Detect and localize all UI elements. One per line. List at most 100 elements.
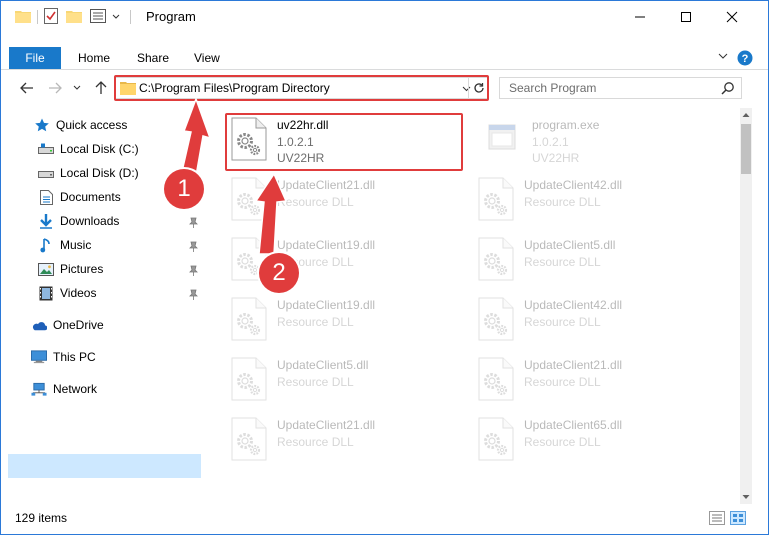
- help-button[interactable]: ?: [737, 50, 753, 69]
- file-description: Resource DLL: [524, 435, 601, 449]
- file-name: UpdateClient5.dll: [277, 358, 369, 372]
- arrow-left-icon: [20, 82, 33, 94]
- file-item[interactable]: program.exe 1.0.2.1 UV22HR: [486, 113, 716, 171]
- file-description: Resource DLL: [524, 375, 601, 389]
- chevron-down-icon: [742, 495, 750, 499]
- close-button[interactable]: [709, 1, 755, 32]
- details-view-button[interactable]: [709, 511, 725, 528]
- dll-icon: [231, 297, 267, 341]
- file-description: Resource DLL: [277, 375, 354, 389]
- file-name: UpdateClient21.dll: [524, 358, 623, 372]
- search-icon[interactable]: [721, 81, 735, 95]
- sidebar-item-local-disk-c[interactable]: Local Disk (C:): [38, 138, 139, 160]
- title-bar: Program: [1, 1, 768, 32]
- sidebar-item-label: Local Disk (C:): [60, 142, 139, 156]
- sidebar-item-music[interactable]: Music: [38, 234, 91, 256]
- new-folder-icon[interactable]: [66, 9, 82, 26]
- tab-file[interactable]: File: [9, 47, 61, 69]
- step-1-badge: 1: [164, 169, 204, 209]
- file-item[interactable]: UpdateClient5.dll Resource DLL: [478, 233, 708, 291]
- minimize-icon: [635, 16, 645, 17]
- vertical-scrollbar[interactable]: [740, 108, 752, 504]
- music-icon: [38, 237, 54, 253]
- tab-view[interactable]: View: [194, 47, 220, 69]
- file-name: UpdateClient21.dll: [277, 418, 376, 432]
- address-path: C:\Program Files\Program Directory: [139, 81, 330, 95]
- scroll-up-button[interactable]: [740, 108, 752, 122]
- computer-icon: [31, 349, 47, 365]
- refresh-icon: [473, 83, 484, 93]
- network-icon: [31, 381, 47, 397]
- file-item[interactable]: UpdateClient21.dll Resource DLL: [231, 413, 461, 471]
- scrollbar-thumb[interactable]: [741, 124, 751, 174]
- sidebar-item-downloads[interactable]: Downloads: [38, 210, 119, 232]
- expand-ribbon-button[interactable]: [718, 50, 728, 64]
- sidebar-item-pictures[interactable]: Pictures: [38, 258, 103, 280]
- file-item[interactable]: UpdateClient65.dll Resource DLL: [478, 413, 708, 471]
- chevron-down-icon: [718, 53, 728, 59]
- dll-icon: [478, 237, 514, 281]
- sidebar-item-label: Network: [53, 382, 98, 396]
- sidebar-item-videos[interactable]: Videos: [38, 282, 96, 304]
- search-input[interactable]: Search Program: [499, 77, 742, 99]
- chevron-down-icon[interactable]: [112, 10, 120, 24]
- file-item[interactable]: UpdateClient5.dll Resource DLL: [231, 353, 461, 411]
- sidebar-item-documents[interactable]: Documents: [38, 186, 121, 208]
- sidebar-item-network[interactable]: Network: [31, 378, 97, 400]
- toolbar-divider: [130, 10, 131, 24]
- details-view-icon: [709, 511, 725, 525]
- sidebar-item-local-disk-d[interactable]: Local Disk (D:): [38, 162, 139, 184]
- view-switcher: [709, 511, 746, 528]
- up-button[interactable]: [91, 78, 111, 98]
- item-count: 129 items: [15, 511, 68, 525]
- recent-locations-button[interactable]: [67, 78, 87, 98]
- forward-button[interactable]: [45, 78, 65, 98]
- sidebar-item-label: Pictures: [60, 262, 104, 276]
- chevron-up-icon: [742, 113, 750, 117]
- maximize-button[interactable]: [663, 1, 709, 32]
- sidebar-item-label: Videos: [60, 286, 97, 300]
- file-item[interactable]: UpdateClient21.dll Resource DLL: [478, 353, 708, 411]
- file-item[interactable]: UpdateClient42.dll Resource DLL: [478, 173, 708, 231]
- sidebar-item-onedrive[interactable]: OneDrive: [31, 314, 104, 336]
- folder-icon: [120, 80, 136, 98]
- folder-icon: [15, 9, 31, 26]
- back-button[interactable]: [17, 78, 37, 98]
- file-name: UpdateClient42.dll: [524, 298, 623, 312]
- tab-share[interactable]: Share: [137, 47, 169, 69]
- explorer-window: Program File Home Share View ? C:\Progra…: [0, 0, 769, 535]
- large-icons-view-button[interactable]: [730, 511, 746, 528]
- videos-icon: [38, 285, 54, 301]
- dll-icon: [231, 417, 267, 461]
- tab-home[interactable]: Home: [78, 47, 110, 69]
- minimize-button[interactable]: [617, 1, 663, 32]
- sidebar-item-quick-access[interactable]: Quick access: [34, 114, 127, 136]
- sidebar-item-label: Music: [60, 238, 92, 252]
- star-icon: [34, 117, 50, 133]
- documents-icon: [38, 189, 54, 205]
- file-item[interactable]: UpdateClient19.dll Resource DLL: [231, 293, 461, 351]
- file-description: Resource DLL: [524, 195, 601, 209]
- properties-icon[interactable]: [44, 7, 58, 27]
- sidebar-item-this-pc[interactable]: This PC: [31, 346, 96, 368]
- dll-icon: [231, 357, 267, 401]
- file-name: UpdateClient5.dll: [524, 238, 616, 252]
- file-item[interactable]: UpdateClient42.dll Resource DLL: [478, 293, 708, 351]
- scroll-down-button[interactable]: [740, 490, 752, 504]
- file-name: UpdateClient42.dll: [524, 178, 623, 192]
- dll-icon: [478, 177, 514, 221]
- arrow-up-icon: [95, 81, 107, 94]
- customize-toolbar-icon[interactable]: [90, 8, 108, 26]
- file-description: Resource DLL: [277, 435, 354, 449]
- exe-icon: [486, 117, 522, 161]
- file-name: UpdateClient19.dll: [277, 298, 376, 312]
- maximize-icon: [681, 11, 691, 22]
- refresh-button[interactable]: [468, 78, 488, 98]
- large-icons-view-icon: [730, 511, 746, 525]
- arrow-right-icon: [49, 82, 62, 94]
- ribbon-tabs: File Home Share View ?: [1, 47, 768, 69]
- dll-icon: [478, 297, 514, 341]
- annotation-arrow-2: [254, 172, 288, 255]
- help-icon: ?: [737, 50, 753, 66]
- file-name: program.exe: [532, 118, 600, 132]
